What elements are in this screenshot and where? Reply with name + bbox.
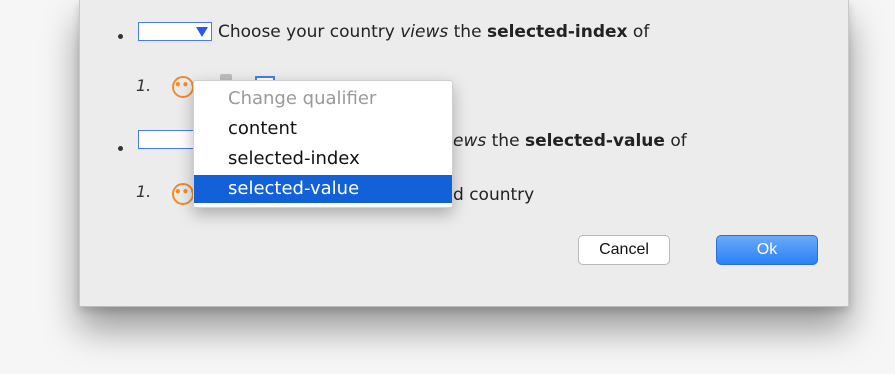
bullet [118, 146, 123, 151]
country-select-1[interactable] [138, 22, 212, 41]
rule-text-1: Choose your country views the selected-i… [218, 20, 649, 44]
menu-item-content[interactable]: content [194, 115, 452, 143]
menu-item-selected-index[interactable]: selected-index [194, 145, 452, 173]
menu-header: Change qualifier [228, 88, 377, 109]
list-number: 1. [136, 182, 152, 201]
rule-prefix: Choose your country [218, 22, 395, 42]
qualifier-menu: Change qualifier content selected-index … [193, 80, 453, 208]
cancel-button[interactable]: Cancel [578, 235, 670, 265]
rule-text-2: ews the selected-value of [453, 129, 687, 153]
more-options-icon[interactable]: ••• [172, 183, 197, 205]
rule-property: selected-index [486, 22, 628, 42]
rule-verb: views [400, 22, 449, 42]
rule-property: selected-value [524, 131, 665, 151]
rule-suffix: of [632, 22, 650, 42]
bullet [118, 34, 123, 39]
list-number: 1. [136, 76, 152, 95]
menu-item-selected-value[interactable]: selected-value [194, 175, 452, 203]
rule-verb: ews [453, 131, 487, 151]
ok-button[interactable]: Ok [716, 235, 818, 265]
rule-mid: the [491, 131, 520, 151]
dropdown-arrow-icon [196, 27, 208, 37]
more-options-icon[interactable]: ••• [172, 76, 197, 98]
rule-text-3: d country [453, 185, 535, 205]
rule-mid: the [453, 22, 482, 42]
rule-suffix: of [670, 131, 687, 151]
